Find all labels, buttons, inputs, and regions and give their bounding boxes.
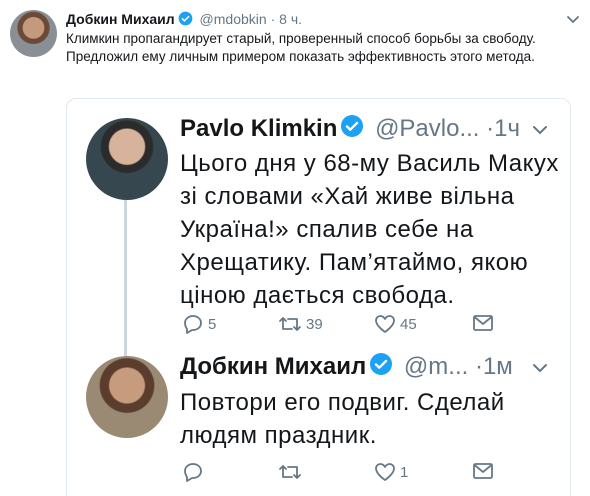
chevron-down-icon[interactable] <box>532 360 548 376</box>
retweet-button[interactable] <box>278 462 306 482</box>
tweet-header: Pavlo Klimkin @Pavlo... ·1ч <box>180 114 520 144</box>
like-count: 45 <box>400 315 417 333</box>
tweet-header: Добкин Михаил @m... ·1м <box>180 352 513 382</box>
reply-button[interactable]: 5 <box>182 314 216 334</box>
heart-icon <box>375 463 395 481</box>
like-button[interactable]: 1 <box>374 462 408 482</box>
avatar[interactable] <box>10 10 57 57</box>
heart-icon <box>375 315 395 333</box>
direct-message-button[interactable] <box>472 462 494 480</box>
author-name[interactable]: Добкин Михаил <box>180 353 366 380</box>
retweet-icon <box>279 465 301 479</box>
tweet-timestamp[interactable]: 8 ч. <box>279 11 302 27</box>
envelope-icon <box>473 315 493 331</box>
thread-connector-line <box>124 198 127 356</box>
tweet-header: Добкин Михаил @mdobkin · 8 ч. <box>66 10 302 28</box>
reply-count: 5 <box>208 315 217 333</box>
author-handle[interactable]: @Pavlo... <box>375 115 479 142</box>
tweet-actions: 1 <box>182 462 502 486</box>
separator: · <box>486 115 495 142</box>
tweet-text: Цього дня у 68-му Василь Макух зі словам… <box>180 150 559 309</box>
reply-icon <box>184 463 202 482</box>
reply-button[interactable] <box>182 462 208 482</box>
reply-icon <box>184 315 202 334</box>
like-button[interactable]: 45 <box>374 314 417 334</box>
author-name[interactable]: Pavlo Klimkin <box>180 115 337 142</box>
verified-badge-icon <box>370 353 393 375</box>
retweet-icon <box>279 317 301 331</box>
chevron-down-icon[interactable] <box>566 12 580 26</box>
avatar[interactable] <box>86 356 168 438</box>
outer-tweet: Добкин Михаил @mdobkin · 8 ч. Климкин пр… <box>0 0 590 496</box>
tweet-timestamp[interactable]: 1ч <box>494 115 520 142</box>
direct-message-button[interactable] <box>472 314 494 332</box>
author-handle[interactable]: @mdobkin <box>200 11 267 27</box>
separator: · <box>474 353 483 380</box>
chevron-down-icon[interactable] <box>532 122 548 138</box>
retweet-count: 39 <box>306 315 323 333</box>
verified-badge-icon <box>341 115 364 137</box>
verified-badge-icon <box>178 11 193 26</box>
tweet-actions: 5 39 45 <box>182 314 502 338</box>
retweet-button[interactable]: 39 <box>278 314 323 334</box>
separator: · <box>270 11 276 27</box>
author-handle[interactable]: @m... <box>404 353 468 380</box>
tweet-timestamp[interactable]: 1м <box>483 353 513 380</box>
tweet-text: Повтори его подвиг. Сделай людям праздни… <box>180 389 505 449</box>
like-count: 1 <box>400 463 409 481</box>
tweet-text: Климкин пропагандирует старый, проверенн… <box>66 31 536 64</box>
envelope-icon <box>473 463 493 479</box>
avatar[interactable] <box>86 118 168 200</box>
author-name[interactable]: Добкин Михаил <box>66 11 175 27</box>
